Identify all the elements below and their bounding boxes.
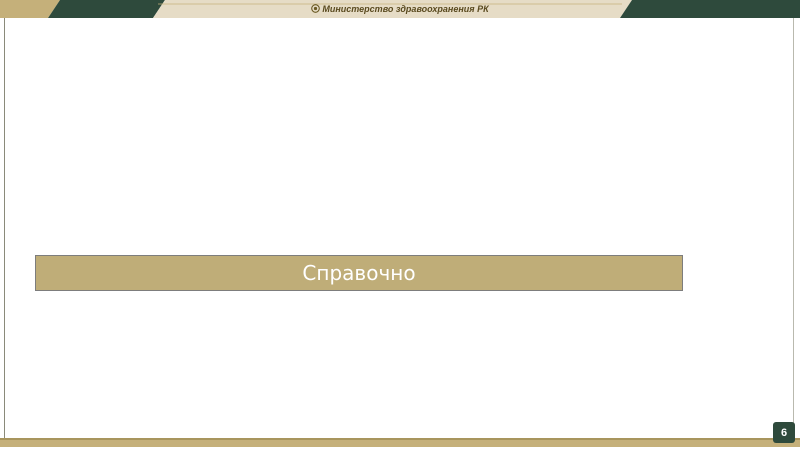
page-number: 6	[780, 426, 788, 439]
page-number-badge: 6	[773, 422, 795, 443]
ministry-title-text: Министерство здравоохранения РК	[322, 4, 489, 14]
section-banner: Справочно	[35, 255, 683, 291]
left-frame-line	[4, 18, 5, 440]
top-banner: Министерство здравоохранения РК	[0, 0, 800, 18]
bottom-line	[0, 438, 800, 440]
emblem-icon	[311, 4, 321, 13]
ministry-title: Министерство здравоохранения РК	[0, 2, 800, 16]
right-frame-line	[793, 18, 794, 432]
slide: Министерство здравоохранения РК Справочн…	[0, 0, 800, 450]
banner-text: Справочно	[302, 261, 416, 285]
